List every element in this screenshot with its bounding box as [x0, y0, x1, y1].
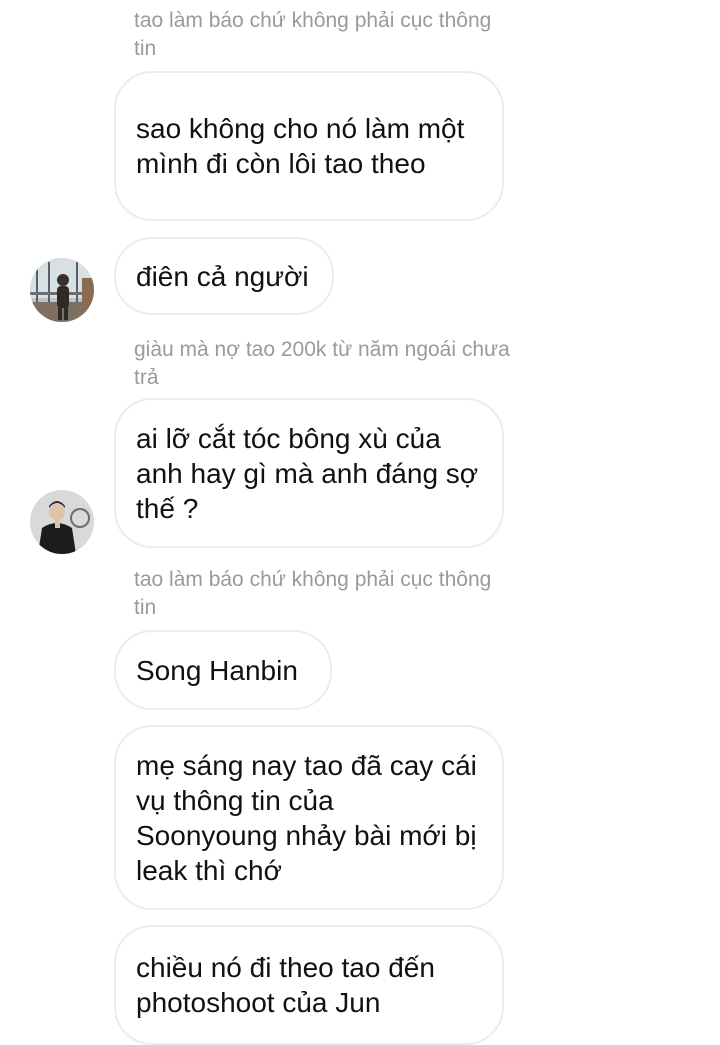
message-text: ai lỡ cắt tóc bông xù của anh hay gì mà …	[136, 422, 479, 524]
message-text: sao không cho nó làm một mình đi còn lôi…	[136, 113, 465, 179]
message-bubble[interactable]: sao không cho nó làm một mình đi còn lôi…	[114, 71, 504, 221]
reply-context: tao làm báo chứ không phải cục thông tin	[134, 568, 492, 619]
message-bubble[interactable]: điên cả người	[114, 237, 334, 315]
avatar[interactable]	[30, 258, 94, 322]
profile-photo-window-icon	[30, 258, 94, 322]
message-text: Song Hanbin	[136, 654, 298, 686]
reply-context: tao làm báo chứ không phải cục thông tin	[134, 9, 492, 60]
message-text: điên cả người	[136, 260, 309, 292]
message-bubble[interactable]: mẹ sáng nay tao đã cay cái vụ thông tin …	[114, 725, 504, 910]
profile-photo-dark-jacket-icon	[30, 490, 94, 554]
reply-context: giàu mà nợ tao 200k từ năm ngoái chưa tr…	[134, 338, 510, 389]
message-bubble[interactable]: chiều nó đi theo tao đến photoshoot của …	[114, 925, 504, 1045]
message-text: chiều nó đi theo tao đến photoshoot của …	[136, 952, 435, 1018]
message-bubble[interactable]: ai lỡ cắt tóc bông xù của anh hay gì mà …	[114, 398, 504, 548]
avatar[interactable]	[30, 490, 94, 554]
message-bubble[interactable]: Song Hanbin	[114, 630, 332, 710]
message-text: mẹ sáng nay tao đã cay cái vụ thông tin …	[136, 749, 477, 886]
